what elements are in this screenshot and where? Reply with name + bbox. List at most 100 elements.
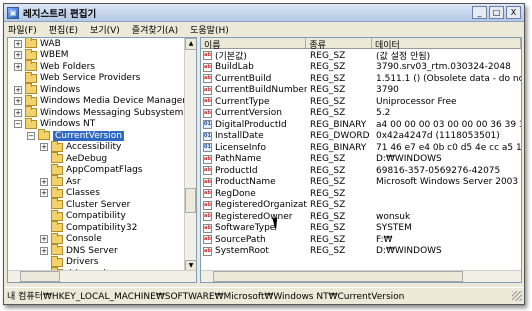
h-scroll-thumb[interactable] — [20, 271, 60, 282]
folder-icon — [25, 106, 37, 118]
tree-node[interactable]: Web Service Providers — [14, 71, 141, 85]
expander-icon[interactable]: + — [40, 235, 48, 244]
key-tree-pane[interactable]: + WAB + WBEM + Web Folders Web Service Provide… — [7, 37, 197, 283]
folder-icon — [51, 152, 63, 164]
title-bar[interactable]: ▣ 레지스트리 편집기 _ □ X — [4, 4, 524, 22]
string-value-icon: ab — [203, 97, 212, 107]
value-type: REG_SZ — [310, 177, 346, 188]
menu-help[interactable]: 도움말(H) — [190, 23, 229, 36]
tree-node-label: Windows NT — [40, 119, 96, 130]
value-row[interactable]: ab SourcePath REG_SZ F:₩ — [201, 234, 521, 246]
value-row[interactable]: ab PathName REG_SZ D:₩WINDOWS — [201, 154, 521, 166]
minimize-button[interactable]: _ — [472, 6, 487, 19]
string-value-icon: ab — [203, 246, 212, 256]
value-type: REG_SZ — [310, 188, 346, 199]
value-name: RegisteredOrganizat... — [215, 200, 307, 211]
value-data: Microsoft Windows Server 2003 — [376, 177, 519, 188]
value-data: Uniprocessor Free — [376, 96, 457, 107]
expander-icon[interactable]: + — [40, 246, 48, 255]
value-type: REG_SZ — [310, 223, 346, 234]
expander-icon[interactable]: + — [14, 85, 22, 94]
col-type-header[interactable]: 종류 — [306, 38, 372, 51]
close-button[interactable]: X — [506, 6, 521, 19]
values-horizontal-scrollbar[interactable] — [201, 270, 521, 282]
value-row[interactable]: ab CurrentBuild REG_SZ 1.511.1 () (Obsolete… — [201, 73, 521, 85]
menu-edit[interactable]: 편집(E) — [49, 23, 78, 36]
value-row[interactable]: ab SystemRoot REG_SZ D:₩WINDOWS — [201, 246, 521, 258]
col-data-header[interactable]: 데이터 — [372, 38, 521, 51]
value-type: REG_SZ — [310, 85, 346, 96]
value-list-pane[interactable]: 이름 종류 데이터 ab (기본값) REG_SZ (값 설정 안됨) ab BuildL… — [200, 37, 522, 283]
value-type: REG_SZ — [310, 165, 346, 176]
tree-node[interactable]: + Asr — [40, 175, 81, 188]
maximize-button[interactable]: □ — [489, 6, 504, 19]
tree-horizontal-scrollbar[interactable] — [8, 270, 196, 282]
tree-node-label: Cluster Server — [66, 199, 131, 210]
expander-icon[interactable]: − — [27, 131, 35, 140]
value-row[interactable]: 01 LicenseInfo REG_BINARY 71 46 e7 e4 0b c0… — [201, 142, 521, 154]
value-name: (기본값) — [215, 52, 247, 63]
string-value-icon: ab — [203, 74, 212, 84]
expander-icon[interactable]: + — [40, 189, 48, 198]
expander-icon[interactable]: + — [14, 62, 22, 71]
value-row[interactable]: ab CurrentType REG_SZ Uniprocessor Free — [201, 96, 521, 108]
value-row[interactable]: 01 InstallDate REG_DWORD 0x42a4247d (111805… — [201, 131, 521, 143]
status-bar: 내 컴퓨터₩HKEY_LOCAL_MACHINE₩SOFTWARE₩Micros… — [4, 287, 524, 303]
expander-icon[interactable]: + — [14, 51, 22, 60]
value-row[interactable]: ab SoftwareType REG_SZ SYSTEM — [201, 223, 521, 235]
tree-node-label: DNS Server — [66, 245, 118, 256]
expander-icon[interactable]: + — [40, 177, 48, 186]
tree-node[interactable]: + Classes — [40, 186, 100, 200]
value-row[interactable]: ab RegisteredOwner REG_SZ wonsuk — [201, 211, 521, 223]
value-name: ProductName — [215, 177, 276, 188]
value-row[interactable]: ab CurrentVersion REG_SZ 5.2 — [201, 108, 521, 120]
folder-icon — [25, 48, 37, 60]
value-row[interactable]: ab ProductName REG_SZ Microsoft Windows Ser… — [201, 177, 521, 189]
tree-node[interactable]: + Console — [40, 232, 102, 246]
tree-node[interactable]: + Windows — [14, 83, 80, 96]
value-row[interactable]: 01 DigitalProductId REG_BINARY a4 00 00 00 … — [201, 119, 521, 131]
value-data: 69816-357-0569276-42075 — [376, 165, 501, 176]
folder-icon — [51, 209, 63, 221]
expander-icon[interactable]: + — [14, 39, 22, 48]
tree-node-label: Classes — [66, 188, 100, 199]
tree-node[interactable]: + WBEM — [14, 48, 69, 62]
menu-file[interactable]: 파일(F) — [8, 23, 37, 36]
col-name-header[interactable]: 이름 — [201, 38, 307, 51]
value-row[interactable]: ab CurrentBuildNumber REG_SZ 3790 — [201, 85, 521, 97]
tree-node[interactable]: − Windows NT — [14, 117, 96, 131]
string-value-icon: ab — [203, 200, 212, 210]
tree-node-label: Web Service Providers — [40, 73, 141, 84]
tree-node-label: Web Folders — [40, 61, 95, 72]
folder-icon — [51, 186, 63, 198]
expander-icon[interactable]: − — [14, 120, 22, 129]
tree-node[interactable]: Drivers — [40, 255, 98, 269]
value-row[interactable]: ab ProductId REG_SZ 69816-357-0569276-42075 — [201, 165, 521, 177]
scroll-thumb[interactable] — [185, 188, 196, 213]
tree-node-label: Compatibility — [66, 211, 126, 222]
value-row[interactable]: ab (기본값) REG_SZ (값 설정 안됨) — [201, 50, 521, 63]
expander-icon[interactable]: + — [14, 97, 22, 106]
tree-node[interactable]: + Windows Messaging Subsystem — [14, 106, 183, 119]
tree-node[interactable]: + WAB — [14, 38, 61, 50]
resize-grip-icon[interactable] — [512, 291, 522, 301]
expander-icon[interactable]: + — [14, 108, 22, 117]
scroll-up-arrow[interactable]: ▲ — [185, 38, 196, 50]
values-h-scroll-thumb[interactable] — [213, 271, 463, 282]
value-row[interactable]: ab RegisteredOrganizat... REG_SZ — [201, 200, 521, 212]
tree-node[interactable]: − CurrentVersion — [27, 129, 124, 142]
tree-node[interactable]: + Windows Media Device Manager — [14, 94, 186, 108]
menu-favorites[interactable]: 즐겨찾기(A) — [132, 23, 178, 36]
tree-vertical-scrollbar[interactable]: ▲ ▼ — [184, 38, 196, 272]
string-value-icon: ab — [203, 154, 212, 164]
value-row[interactable]: ab RegDone REG_SZ — [201, 188, 521, 200]
menu-view[interactable]: 보기(V) — [90, 23, 120, 36]
value-data: a4 00 00 00 03 00 00 00 36 39 38 31 36 2… — [376, 119, 521, 130]
value-row[interactable]: ab BuildLab REG_SZ 3790.srv03_rtm.030324-20… — [201, 62, 521, 74]
expander-icon[interactable]: + — [40, 143, 48, 152]
value-type: REG_BINARY — [310, 119, 367, 130]
value-type: REG_SZ — [310, 211, 346, 222]
value-data: 3790 — [376, 85, 399, 96]
string-value-icon: ab — [203, 166, 212, 176]
binary-value-icon: 01 — [203, 131, 212, 141]
